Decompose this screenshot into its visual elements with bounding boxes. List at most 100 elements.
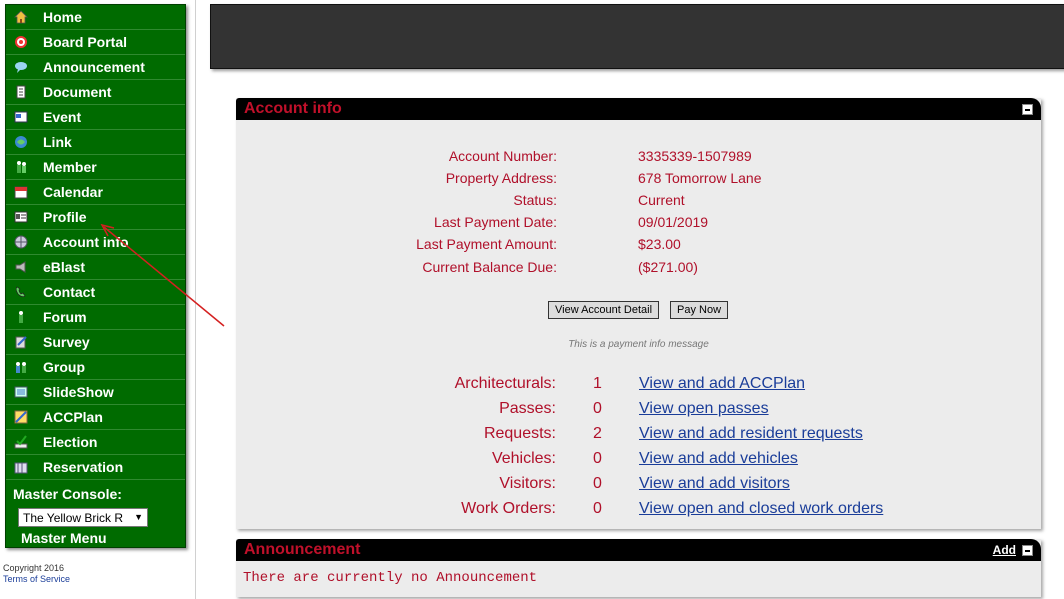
group-icon (13, 359, 29, 375)
sidebar-item-forum[interactable]: Forum (6, 305, 185, 330)
sidebar-item-label: SlideShow (43, 384, 114, 400)
sidebar-item-profile[interactable]: Profile (6, 205, 185, 230)
account-field-value: ($271.00) (638, 259, 698, 275)
sidebar-item-reservation[interactable]: Reservation (6, 455, 185, 480)
summary-link[interactable]: View and add ACCPlan (639, 375, 805, 393)
master-console-select[interactable]: The Yellow Brick R ▼ (18, 508, 148, 527)
header-banner (210, 4, 1064, 69)
checkmark-icon (13, 434, 29, 450)
account-field-row: Last Payment Date: 09/01/2019 (236, 214, 1041, 234)
summary-link[interactable]: View open passes (639, 400, 769, 418)
pay-now-button[interactable]: Pay Now (670, 301, 729, 319)
sidebar-item-label: eBlast (43, 259, 86, 275)
sidebar-item-label: ACCPlan (43, 409, 103, 425)
summary-count: 1 (593, 375, 602, 392)
account-field-label: Status: (513, 192, 557, 208)
sidebar-item-label: Forum (43, 309, 87, 325)
announcement-panel-header: Announcement Add (236, 539, 1041, 561)
account-info-title: Account info (244, 100, 342, 117)
summary-count: 0 (593, 475, 602, 492)
summary-label: Requests: (483, 425, 556, 442)
collapse-icon[interactable] (1022, 544, 1033, 556)
account-field-value: 09/01/2019 (638, 214, 709, 230)
account-info-panel: Account info Account Number: 3335339-150… (236, 98, 1041, 529)
calendar-icon (13, 184, 29, 200)
sidebar-item-slideshow[interactable]: SlideShow (6, 380, 185, 405)
sidebar-item-label: Link (43, 134, 72, 150)
chevron-down-icon: ▼ (134, 512, 143, 522)
sidebar-nav: Home Board Portal Announcement Document … (5, 4, 186, 548)
summary-label: Visitors: (499, 475, 556, 492)
sidebar-item-label: Member (43, 159, 97, 175)
sidebar-item-link[interactable]: Link (6, 130, 185, 155)
sidebar-item-election[interactable]: Election (6, 430, 185, 455)
sidebar-item-home[interactable]: Home (6, 5, 185, 30)
account-field-label: Last Payment Date: (434, 214, 557, 230)
sidebar-item-account-info[interactable]: Account info (6, 230, 185, 255)
sidebar-item-label: Reservation (43, 459, 124, 475)
event-icon (13, 109, 29, 125)
column-divider (195, 0, 196, 599)
summary-row: Requests: 2 View and add resident reques… (236, 425, 1041, 447)
speech-bubble-icon (13, 59, 29, 75)
person-icon (13, 309, 29, 325)
summary-link[interactable]: View and add resident requests (639, 425, 863, 443)
summary-link[interactable]: View and add vehicles (639, 450, 798, 468)
account-field-value: $23.00 (638, 236, 681, 252)
footer: Copyright 2016 Terms of Service (3, 563, 70, 585)
sidebar-item-board-portal[interactable]: Board Portal (6, 30, 185, 55)
sidebar-item-contact[interactable]: Contact (6, 280, 185, 305)
sidebar-item-label: Event (43, 109, 82, 125)
sidebar-item-eblast[interactable]: eBlast (6, 255, 185, 280)
summary-label: Work Orders: (461, 500, 556, 517)
sidebar-item-event[interactable]: Event (6, 105, 185, 130)
view-account-detail-button[interactable]: View Account Detail (548, 301, 660, 319)
profile-card-icon (13, 209, 29, 225)
summary-label: Architecturals: (454, 375, 556, 392)
account-field-label: Property Address: (445, 170, 557, 186)
account-field-row: Current Balance Due: ($271.00) (236, 259, 1041, 279)
account-field-row: Account Number: 3335339-1507989 (236, 148, 1041, 168)
target-icon (13, 34, 29, 50)
link-icon (13, 134, 29, 150)
summary-count: 0 (593, 450, 602, 467)
master-menu-link[interactable]: Master Menu (21, 530, 185, 546)
survey-icon (13, 334, 29, 350)
account-field-value: 678 Tomorrow Lane (638, 170, 762, 186)
account-field-label: Account Number: (448, 148, 557, 164)
sidebar-item-announcement[interactable]: Announcement (6, 55, 185, 80)
sidebar-item-label: Home (43, 9, 82, 25)
reservation-icon (13, 459, 29, 475)
sidebar-item-survey[interactable]: Survey (6, 330, 185, 355)
empty-announcement-message: There are currently no Announcement (243, 570, 538, 586)
sidebar-item-label: Calendar (43, 184, 103, 200)
summary-row: Passes: 0 View open passes (236, 400, 1041, 422)
summary-label: Vehicles: (491, 450, 556, 467)
summary-link[interactable]: View open and closed work orders (639, 500, 883, 518)
home-icon (13, 9, 29, 25)
sidebar-item-member[interactable]: Member (6, 155, 185, 180)
summary-count: 2 (593, 425, 602, 442)
summary-label: Passes: (499, 400, 556, 417)
collapse-icon[interactable] (1022, 103, 1033, 115)
sidebar-item-group[interactable]: Group (6, 355, 185, 380)
sidebar-item-calendar[interactable]: Calendar (6, 180, 185, 205)
summary-row: Vehicles: 0 View and add vehicles (236, 450, 1041, 472)
phone-icon (13, 284, 29, 300)
sidebar-item-accplan[interactable]: ACCPlan (6, 405, 185, 430)
summary-row: Visitors: 0 View and add visitors (236, 475, 1041, 497)
copyright-text: Copyright 2016 (3, 563, 65, 573)
add-announcement-link[interactable]: Add (993, 543, 1016, 557)
sidebar-item-label: Group (43, 359, 85, 375)
terms-of-service-link[interactable]: Terms of Service (3, 574, 70, 585)
sidebar-item-label: Announcement (43, 59, 145, 75)
summary-row: Architecturals: 1 View and add ACCPlan (236, 375, 1041, 397)
sidebar-item-label: Account info (43, 234, 129, 250)
summary-link[interactable]: View and add visitors (639, 475, 790, 493)
sidebar-item-label: Profile (43, 209, 87, 225)
sidebar-item-document[interactable]: Document (6, 80, 185, 105)
master-console-selected-value: The Yellow Brick R (23, 510, 124, 525)
sidebar-item-label: Board Portal (43, 34, 128, 50)
sidebar-item-label: Survey (43, 334, 90, 350)
members-icon (13, 159, 29, 175)
